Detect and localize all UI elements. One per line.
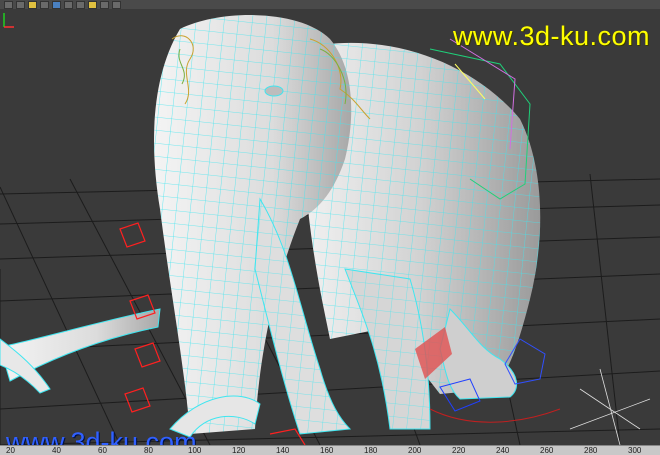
tool-icon[interactable]	[52, 0, 61, 9]
time-tick: 240	[496, 446, 510, 455]
axis-indicator-icon	[3, 13, 14, 28]
locators	[569, 368, 651, 445]
time-tick: 60	[98, 446, 107, 455]
time-tick: 280	[584, 446, 598, 455]
time-tick: 20	[6, 446, 15, 455]
time-tick: 220	[452, 446, 466, 455]
tool-icon[interactable]	[40, 0, 49, 9]
time-tick: 300	[628, 446, 642, 455]
time-tick: 180	[364, 446, 378, 455]
time-tick: 200	[408, 446, 422, 455]
tool-icon[interactable]	[28, 0, 37, 9]
3d-viewport[interactable]: www.3d-ku.com www.3d-ku.com	[0, 9, 660, 445]
time-tick: 40	[52, 446, 61, 455]
viewport-scene	[0, 15, 660, 445]
tool-icon[interactable]	[16, 0, 25, 9]
time-tick: 100	[188, 446, 202, 455]
time-slider[interactable]: 20 40 60 80 100 120 140 160 180 200 220 …	[0, 445, 660, 455]
time-tick: 80	[144, 446, 153, 455]
tool-icon[interactable]	[88, 0, 97, 9]
time-tick: 140	[276, 446, 290, 455]
tool-icon[interactable]	[76, 0, 85, 9]
tool-icon[interactable]	[4, 0, 13, 9]
time-tick: 120	[232, 446, 246, 455]
tool-icon[interactable]	[64, 0, 73, 9]
watermark-top: www.3d-ku.com	[452, 21, 650, 51]
time-tick: 260	[540, 446, 554, 455]
toolbar	[0, 0, 660, 9]
time-tick: 160	[320, 446, 334, 455]
tool-icon[interactable]	[100, 0, 109, 9]
tool-icon[interactable]	[112, 0, 121, 9]
watermark-bottom: www.3d-ku.com	[6, 427, 197, 445]
